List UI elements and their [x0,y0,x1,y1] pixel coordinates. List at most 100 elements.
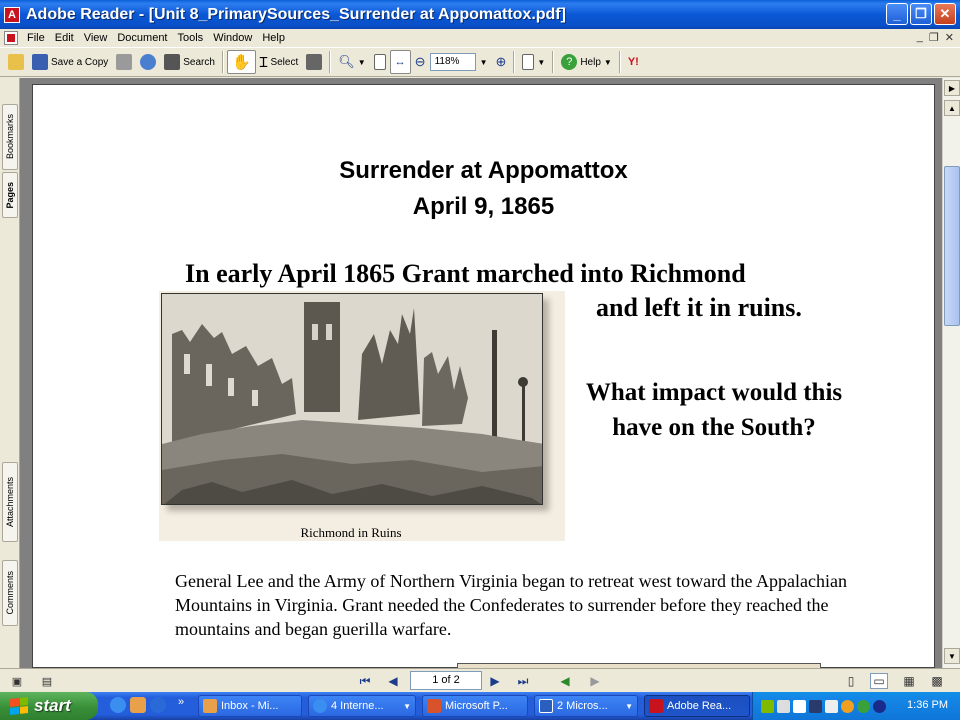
doc-restore-button[interactable]: ❐ [929,31,939,44]
continuous-facing-icon: ▩ [931,674,943,688]
task-label: 2 Micros... [557,700,608,712]
go-forward-button[interactable]: ▶ [586,673,604,689]
restore-button[interactable]: ❐ [910,3,932,25]
menu-edit[interactable]: Edit [50,32,79,44]
scroll-up-button[interactable]: ▲ [944,100,960,116]
yahoo-button[interactable]: Y! [624,50,643,74]
update-icon[interactable] [841,699,854,713]
vertical-scrollbar[interactable]: ▶ ▲ ▼ [942,78,960,668]
scroll-right-button[interactable]: ▶ [944,80,960,96]
tab-pages[interactable]: Pages [2,172,18,218]
next-page-button[interactable]: ▶ [486,673,504,689]
previous-page-button[interactable]: ◀ [384,673,402,689]
task-label: Inbox - Mi... [221,700,279,712]
zoom-in-tool-button[interactable]: 🔍︎ ▼ [334,50,369,74]
photo-frame: Richmond in Ruins [159,291,565,541]
question-text: What impact would this have on the South… [585,379,843,441]
continuous-button[interactable]: ▭ [870,673,888,689]
pages-panel-button[interactable]: ▣ [6,673,28,689]
go-back-button[interactable]: ◀ [556,673,574,689]
tab-bookmarks[interactable]: Bookmarks [2,104,18,170]
last-page-button[interactable]: ⏭ [514,673,532,689]
outlook-icon[interactable] [130,697,146,713]
zoom-input[interactable]: 118% [429,53,476,71]
single-page-icon: ▯ [847,674,855,688]
chevron-down-icon: ▼ [625,701,633,711]
photo-caption: Richmond in Ruins [300,525,402,540]
zoom-out-icon: ⊖ [414,54,426,69]
help-button[interactable]: ? Help ▼ [557,50,616,74]
network-icon[interactable] [761,699,774,713]
tab-attachments-label: Attachments [5,476,15,528]
continuous-facing-button[interactable]: ▩ [928,673,946,689]
richmond-ruins-photo [161,293,543,505]
email-button[interactable] [136,50,160,74]
status-toggle-button[interactable]: ▤ [36,673,58,689]
select-label: Select [270,56,299,68]
quicklaunch-expand-icon[interactable]: » [178,696,184,708]
task-inbox[interactable]: Inbox - Mi... [198,695,302,717]
menu-tools[interactable]: Tools [173,32,209,44]
security-icon[interactable] [809,699,822,713]
print-button[interactable] [112,50,136,74]
magnifier-plus-icon: 🔍︎ [338,54,355,69]
zoom-dropdown[interactable]: ▼ [476,50,492,74]
task-internet[interactable]: 4 Interne... ▼ [308,695,416,717]
document-icon[interactable] [4,31,18,45]
fit-page-button[interactable] [370,50,390,74]
rotate-button[interactable]: ▼ [518,50,549,74]
menu-document[interactable]: Document [112,32,172,44]
task-powerpoint[interactable]: Microsoft P... [422,695,528,717]
windows-flag-icon [10,697,28,715]
menu-file[interactable]: File [22,32,50,44]
save-copy-button[interactable]: Save a Copy [28,50,112,74]
adobe-task-icon [649,699,663,713]
printer-icon [116,54,133,70]
single-page-button[interactable]: ▯ [842,673,860,689]
fit-width-icon: ↔ [394,56,406,68]
help-icon: ? [561,54,578,70]
internet-explorer-icon[interactable] [110,697,126,713]
save-copy-label: Save a Copy [51,56,109,68]
minimize-button[interactable]: _ [886,3,908,25]
first-page-button[interactable]: ⏮ [356,673,374,689]
yahoo-icon: Y! [627,56,639,68]
media-player-icon[interactable] [150,697,166,713]
menu-window[interactable]: Window [208,32,257,44]
tab-attachments[interactable]: Attachments [2,462,18,542]
doc-close-button[interactable]: ✕ [945,31,954,44]
facing-button[interactable]: ▦ [900,673,918,689]
chevron-down-icon: ▼ [537,57,546,67]
tab-comments[interactable]: Comments [2,560,18,626]
hand-tool-button[interactable]: ✋ [226,50,256,74]
tray-app-icon[interactable] [777,699,790,713]
fit-page-icon [373,54,386,70]
page-number-input[interactable]: 1 of 2 [410,671,482,690]
select-tool-button[interactable]: Ɪ Select [256,50,303,74]
messenger-icon[interactable] [857,699,870,713]
text-cursor-icon: Ɪ [259,53,268,70]
help-tray-icon[interactable] [793,699,806,713]
antivirus-icon[interactable] [873,699,886,713]
open-button[interactable] [4,50,28,74]
fit-width-button[interactable]: ↔ [389,50,411,74]
arrow-right-icon: ▶ [948,83,956,93]
doc-minimize-button[interactable]: _ [917,31,923,44]
title-bar[interactable]: A Adobe Reader - [Unit 8_PrimarySources_… [0,0,960,29]
volume-icon[interactable] [825,699,838,713]
zoom-out-button[interactable]: ⊖ [411,50,430,74]
task-word[interactable]: 2 Micros... ▼ [534,695,638,717]
menu-help[interactable]: Help [257,32,290,44]
system-tray: 1:36 PM [752,692,960,720]
document-area[interactable]: Surrender at Appomattox April 9, 1865 In… [20,78,942,671]
zoom-in-button[interactable]: ⊕ [492,50,511,74]
task-adobe-reader[interactable]: Adobe Rea... [644,695,750,717]
search-button[interactable]: Search [160,50,219,74]
start-button[interactable]: start [0,692,98,720]
menu-view[interactable]: View [79,32,113,44]
snapshot-button[interactable] [302,50,326,74]
scroll-thumb[interactable] [944,166,960,326]
page-thumbnail-icon: ▤ [41,675,53,688]
scroll-down-button[interactable]: ▼ [944,648,960,664]
close-button[interactable]: ✕ [934,3,956,25]
